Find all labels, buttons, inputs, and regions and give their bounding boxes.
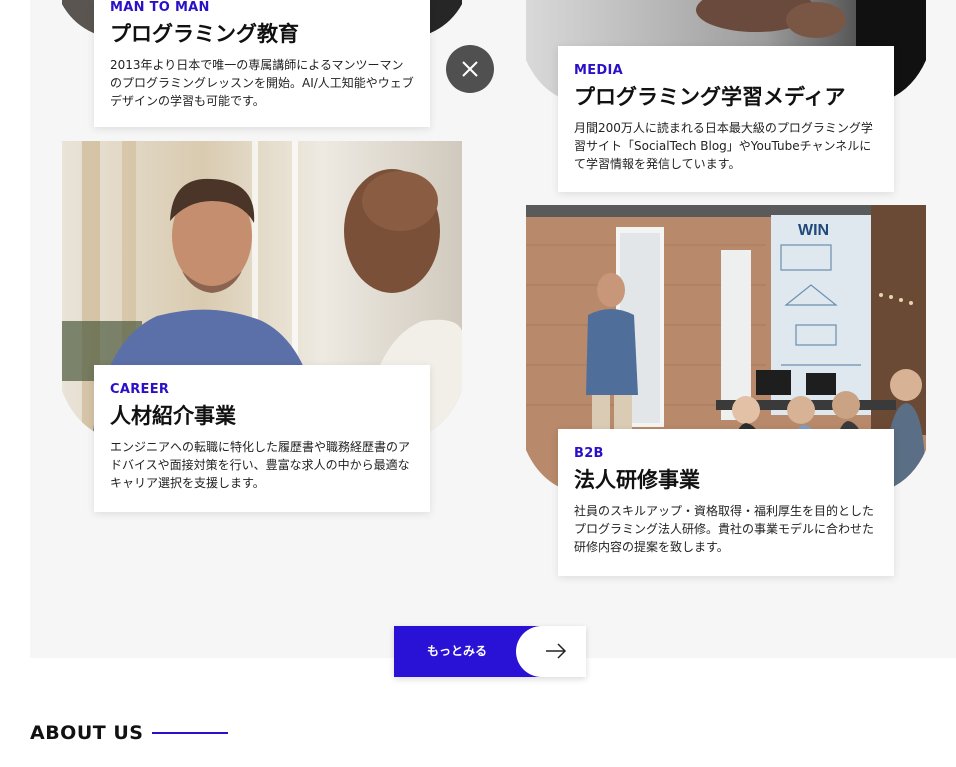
close-icon bbox=[462, 61, 478, 77]
service-card-career[interactable]: CAREER 人材紹介事業 エンジニアへの転職に特化した履歴書や職務経歴書のアド… bbox=[94, 365, 430, 512]
card-description: 月間200万人に読まれる日本最大級のプログラミング学習サイト「SocialTec… bbox=[574, 121, 873, 171]
service-card-man-to-man[interactable]: MAN TO MAN プログラミング教育 2013年より日本で唯一の専属講師によ… bbox=[94, 0, 430, 127]
heading-underline bbox=[152, 732, 229, 734]
service-card-b2b[interactable]: B2B 法人研修事業 社員のスキルアップ・資格取得・福利厚生を目的としたプログラ… bbox=[558, 429, 894, 576]
more-button-label: もっとみる bbox=[426, 644, 487, 658]
card-title: 法人研修事業 bbox=[574, 468, 700, 492]
card-title: プログラミング教育 bbox=[110, 22, 299, 46]
service-card-media[interactable]: MEDIA プログラミング学習メディア 月間200万人に読まれる日本最大級のプロ… bbox=[558, 46, 894, 192]
more-button[interactable]: もっとみる bbox=[394, 626, 586, 677]
card-tag: B2B bbox=[574, 446, 604, 461]
card-tag: MEDIA bbox=[574, 63, 624, 78]
card-tag: CAREER bbox=[110, 382, 170, 397]
close-button[interactable] bbox=[446, 45, 494, 93]
whiteboard-text: WIN bbox=[798, 222, 829, 239]
arrow-right-icon bbox=[546, 643, 567, 659]
card-description: 社員のスキルアップ・資格取得・福利厚生を目的としたプログラミング法人研修。貴社の… bbox=[574, 504, 875, 554]
card-tag: MAN TO MAN bbox=[110, 0, 210, 15]
about-heading: ABOUT US bbox=[30, 722, 229, 744]
card-description: エンジニアへの転職に特化した履歴書や職務経歴書のアドバイスや面接対策を行い、豊富… bbox=[110, 440, 411, 490]
card-title: プログラミング学習メディア bbox=[574, 85, 846, 109]
card-description: 2013年より日本で唯一の専属講師によるマンツーマンのプログラミングレッスンを開… bbox=[110, 58, 414, 108]
card-title: 人材紹介事業 bbox=[110, 404, 236, 428]
about-title: ABOUT US bbox=[30, 722, 144, 744]
